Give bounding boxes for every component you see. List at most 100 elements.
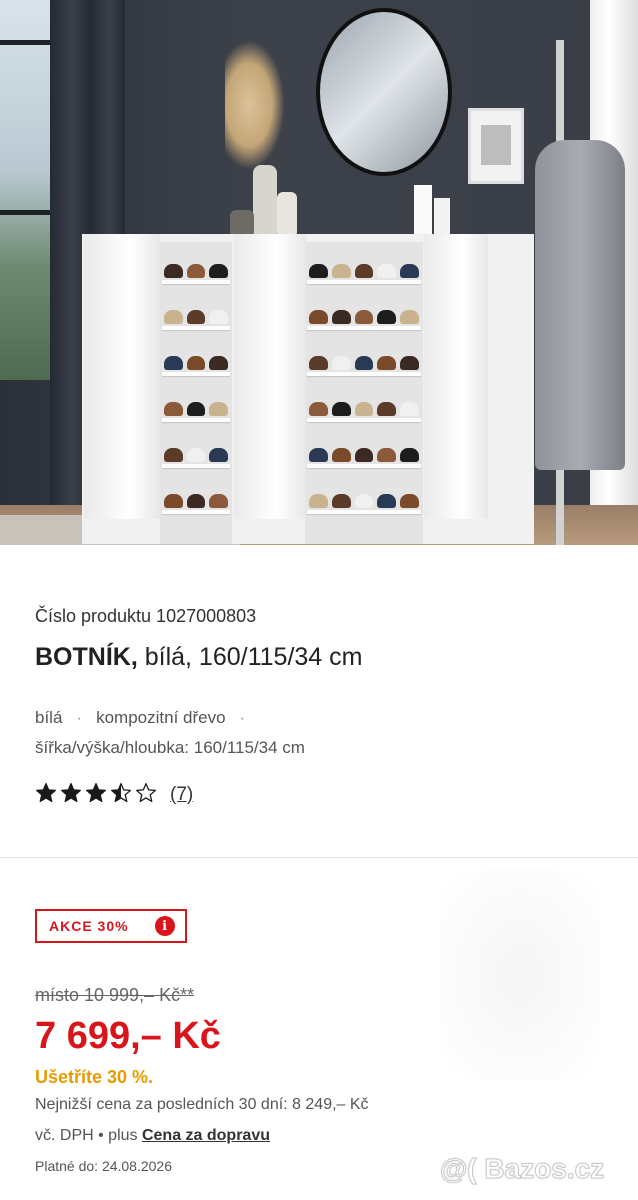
photo-picture-frame [468, 108, 524, 184]
savings-text: Ušetříte 30 %. [35, 1067, 154, 1087]
valid-until: Platné do: 24.08.2026 [35, 1158, 173, 1174]
photo-shoe [309, 448, 328, 462]
photo-shoe [354, 494, 374, 508]
photo-shoe [309, 494, 328, 508]
photo-shoe [377, 402, 397, 416]
rating-stars [35, 782, 160, 809]
photo-shoe [331, 310, 351, 324]
photo-vase [253, 165, 277, 237]
photo-candle [414, 185, 432, 237]
photo-shoe [164, 264, 183, 278]
photo-shelf [307, 326, 421, 330]
separator-dot: · [239, 708, 246, 727]
photo-shoe [209, 264, 228, 278]
current-price: 7 699,– Kč [35, 1015, 221, 1057]
star-filled-icon [86, 782, 106, 802]
lowest-price-note: Nejnižší cena za posledních 30 dní: 8 24… [35, 1096, 369, 1113]
attribute-material: kompozitní dřevo [96, 708, 226, 727]
photo-shelf [307, 418, 421, 422]
photo-shoe [354, 402, 374, 416]
product-title-variant: bílá, 160/115/34 cm [137, 643, 363, 671]
photo-shoe [331, 402, 351, 416]
photo-shoe [186, 448, 206, 462]
photo-shelf [162, 326, 230, 330]
photo-mirror [316, 8, 452, 176]
product-attributes: bílá · kompozitní dřevo · šířka/výška/hloub… [35, 703, 305, 763]
photo-shoe [186, 402, 206, 416]
separator-dot: · [76, 708, 83, 727]
photo-shoe [309, 310, 328, 324]
photo-shoe [309, 356, 328, 370]
photo-vase [277, 192, 297, 238]
vat-note: vč. DPH • plus Cena za dopravu [35, 1127, 270, 1145]
photo-shoe [331, 356, 351, 370]
photo-shoe [331, 494, 351, 508]
photo-shoe [400, 448, 419, 462]
photo-shoe [186, 264, 206, 278]
photo-shoe [209, 310, 228, 324]
product-image[interactable] [0, 0, 638, 545]
info-icon[interactable]: i [154, 916, 175, 936]
photo-shoe [309, 264, 328, 278]
photo-shoe [377, 448, 397, 462]
photo-pampas-grass [225, 40, 285, 170]
watermark-background [440, 870, 600, 1080]
watermark-logo: @( Bazos.cz [439, 1153, 605, 1185]
discount-badge-label: AKCE 30% [49, 918, 129, 934]
photo-shoe [331, 264, 351, 278]
star-filled-icon [61, 782, 81, 802]
photo-shelf [162, 280, 230, 284]
photo-coat [535, 140, 625, 470]
photo-shoe [164, 494, 183, 508]
photo-shoe [309, 402, 328, 416]
discount-badge: AKCE 30% i [35, 909, 187, 943]
photo-shoe [377, 264, 397, 278]
star-empty-icon [136, 782, 156, 802]
photo-candle [434, 198, 450, 238]
photo-shoe [164, 402, 183, 416]
photo-shelf [307, 464, 421, 468]
star-half-icon [111, 782, 131, 802]
photo-shoe [331, 448, 351, 462]
photo-shoe [164, 448, 183, 462]
vat-separator: • plus [93, 1127, 142, 1144]
star-filled-icon [36, 782, 56, 802]
shipping-cost-link[interactable]: Cena za dopravu [142, 1127, 270, 1144]
rating[interactable]: (7) [35, 782, 193, 808]
old-price: místo 10 999,– Kč** [35, 985, 195, 1005]
photo-shelf [307, 510, 421, 514]
photo-cabinet-door [424, 234, 488, 519]
photo-cabinet-door [234, 234, 306, 519]
product-title-name: BOTNÍK, [35, 643, 138, 671]
photo-shelf [162, 510, 230, 514]
photo-shoe [186, 494, 206, 508]
photo-shoe [354, 310, 374, 324]
photo-shelf [162, 464, 230, 468]
photo-shelf [307, 280, 421, 284]
photo-shoe [164, 356, 183, 370]
photo-shoe [354, 264, 374, 278]
photo-cabinet-door [84, 234, 160, 519]
photo-shelf [162, 418, 230, 422]
photo-shoe [186, 310, 206, 324]
photo-shoe [209, 448, 228, 462]
review-count-link[interactable]: (7) [170, 784, 193, 806]
photo-shoe [400, 264, 419, 278]
divider [0, 857, 638, 858]
photo-shelf [307, 372, 421, 376]
photo-shoe [377, 310, 397, 324]
photo-shoe [186, 356, 206, 370]
photo-shoe [354, 356, 374, 370]
product-title: BOTNÍK, bílá, 160/115/34 cm [35, 643, 362, 672]
photo-shoe [377, 494, 397, 508]
photo-shelf [162, 372, 230, 376]
photo-shoe [400, 494, 419, 508]
attribute-color: bílá [35, 708, 63, 727]
photo-shoe [164, 310, 183, 324]
photo-shoe [209, 402, 228, 416]
photo-shoe [400, 402, 419, 416]
product-number: Číslo produktu 1027000803 [35, 606, 257, 626]
attribute-dimensions: šířka/výška/hloubka: 160/115/34 cm [35, 738, 305, 757]
photo-shoe [400, 310, 419, 324]
photo-shoe [209, 356, 228, 370]
